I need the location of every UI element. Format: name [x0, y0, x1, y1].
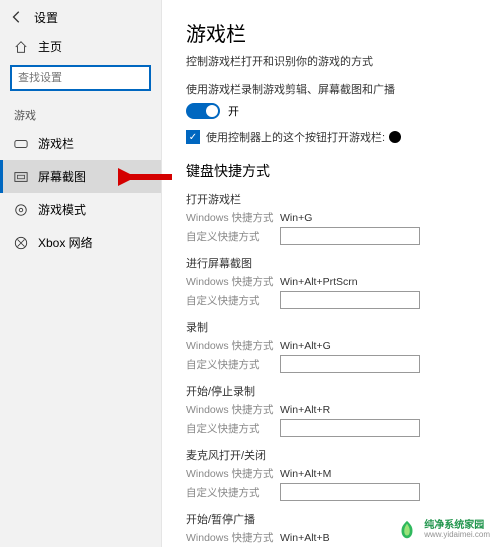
search-input[interactable]: [18, 72, 160, 84]
gamebar-toggle[interactable]: [186, 103, 220, 119]
nav-label: Xbox 网络: [38, 234, 93, 251]
nav-label: 游戏模式: [38, 201, 86, 218]
shortcut-custom-label: 自定义快捷方式: [186, 421, 280, 436]
shortcut-win-label: Windows 快捷方式: [186, 530, 280, 545]
shortcut-value: Win+Alt+G: [280, 340, 331, 352]
xbox-button-icon: [389, 131, 401, 143]
shortcut-title: 开始/停止录制: [186, 383, 476, 399]
shortcut-value: Win+G: [280, 212, 312, 224]
shortcut-custom-label: 自定义快捷方式: [186, 357, 280, 372]
xbox-icon: [14, 236, 28, 250]
shortcuts-header: 键盘快捷方式: [186, 161, 476, 181]
nav-item-gamebar[interactable]: 游戏栏: [0, 127, 161, 160]
shortcut-title: 打开游戏栏: [186, 191, 476, 207]
controller-checkbox[interactable]: ✓: [186, 130, 200, 144]
nav-item-xbox[interactable]: Xbox 网络: [0, 226, 161, 259]
settings-label: 设置: [34, 9, 58, 26]
toggle-state: 开: [228, 103, 239, 119]
shortcut-custom-label: 自定义快捷方式: [186, 229, 280, 244]
shortcut-value: Win+Alt+M: [280, 468, 331, 480]
nav-label: 屏幕截图: [38, 168, 86, 185]
back-button[interactable]: [8, 8, 26, 26]
nav-label: 游戏栏: [38, 135, 74, 152]
home-label: 主页: [38, 38, 62, 55]
shortcut-title: 进行屏幕截图: [186, 255, 476, 271]
shortcut-title: 麦克风打开/关闭: [186, 447, 476, 463]
nav-item-screenshot[interactable]: 屏幕截图: [0, 160, 161, 193]
search-box[interactable]: [10, 65, 151, 91]
shortcut-custom-label: 自定义快捷方式: [186, 293, 280, 308]
shortcut-value: Win+Alt+PrtScrn: [280, 276, 358, 288]
shortcut-value: Win+Alt+B: [280, 532, 330, 544]
shortcut-block: 麦克风打开/关闭 Windows 快捷方式Win+Alt+M自定义快捷方式: [186, 447, 476, 501]
shortcut-value: Win+Alt+R: [280, 404, 330, 416]
checkbox-text: 使用控制器上的这个按钮打开游戏栏:: [206, 129, 385, 145]
page-subtitle: 控制游戏栏打开和识别你的游戏的方式: [186, 53, 476, 69]
shortcut-block: 进行屏幕截图 Windows 快捷方式Win+Alt+PrtScrn自定义快捷方式: [186, 255, 476, 309]
shortcut-title: 录制: [186, 319, 476, 335]
home-icon: [14, 40, 28, 54]
shortcut-win-label: Windows 快捷方式: [186, 402, 280, 417]
main-content: 游戏栏 控制游戏栏打开和识别你的游戏的方式 使用游戏栏录制游戏剪辑、屏幕截图和广…: [162, 0, 500, 547]
page-title: 游戏栏: [186, 18, 476, 47]
section-label: 游戏: [0, 97, 161, 127]
shortcut-block: 录制 Windows 快捷方式Win+Alt+G自定义快捷方式: [186, 319, 476, 373]
toggle-description: 使用游戏栏录制游戏剪辑、屏幕截图和广播: [186, 81, 476, 97]
watermark: 纯净系统家园 www.yidaimei.com: [396, 519, 490, 541]
shortcut-custom-input[interactable]: [280, 355, 420, 373]
screenshot-icon: [14, 170, 28, 184]
back-arrow-icon: [10, 10, 24, 24]
watermark-logo-icon: [396, 519, 418, 541]
shortcuts-list: 打开游戏栏Windows 快捷方式Win+G自定义快捷方式进行屏幕截图Windo…: [186, 191, 476, 547]
shortcut-custom-input[interactable]: [280, 419, 420, 437]
shortcut-custom-input[interactable]: [280, 227, 420, 245]
shortcut-block: 打开游戏栏 Windows 快捷方式Win+G自定义快捷方式: [186, 191, 476, 245]
home-nav[interactable]: 主页: [0, 32, 161, 61]
gamemode-icon: [14, 203, 28, 217]
nav-item-gamemode[interactable]: 游戏模式: [0, 193, 161, 226]
shortcut-custom-input[interactable]: [280, 483, 420, 501]
shortcut-win-label: Windows 快捷方式: [186, 274, 280, 289]
shortcut-win-label: Windows 快捷方式: [186, 338, 280, 353]
shortcut-custom-label: 自定义快捷方式: [186, 485, 280, 500]
watermark-url: www.yidaimei.com: [424, 531, 490, 539]
shortcut-win-label: Windows 快捷方式: [186, 466, 280, 481]
gamebar-icon: [14, 137, 28, 151]
sidebar: 设置 主页 游戏 游戏栏 屏幕截图: [0, 0, 162, 547]
shortcut-win-label: Windows 快捷方式: [186, 210, 280, 225]
shortcut-custom-input[interactable]: [280, 291, 420, 309]
shortcut-block: 开始/停止录制 Windows 快捷方式Win+Alt+R自定义快捷方式: [186, 383, 476, 437]
checkbox-label: 使用控制器上的这个按钮打开游戏栏:: [206, 129, 401, 145]
